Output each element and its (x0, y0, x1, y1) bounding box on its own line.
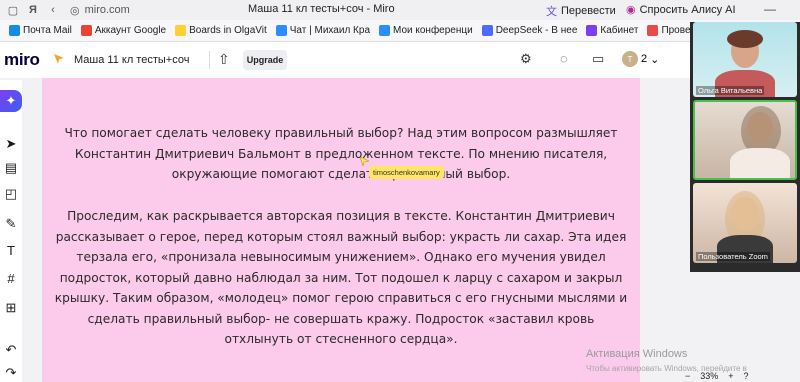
select-tool-icon[interactable]: ➤ (0, 136, 22, 152)
bookmark-item[interactable]: Кабинет (586, 25, 638, 36)
chevron-down-icon: ⌄ (650, 53, 660, 66)
export-icon[interactable]: ⇧ (218, 51, 230, 68)
undo-icon[interactable]: ↶ (0, 342, 22, 358)
translate-button[interactable]: 文 Перевести (546, 3, 616, 19)
windows-activation-title: Активация Windows (586, 348, 688, 360)
alice-button[interactable]: ◉ Спросить Алису AI (626, 3, 736, 17)
bookmarks-bar: Почта Mail Аккаунт Google Boards in OlgaVi… (0, 20, 800, 42)
page-title: Маша 11 кл тесты+соч - Miro (248, 3, 395, 15)
alice-label: Спросить Алису AI (639, 3, 736, 16)
text-tool-icon[interactable]: T (0, 243, 22, 258)
bookmark-item[interactable]: DeepSeek - В нее (481, 25, 578, 36)
participant-hair (727, 30, 763, 48)
participant-video-1[interactable]: Ольга Витальевна (693, 22, 797, 97)
miro-logo[interactable]: miro (4, 50, 40, 70)
window-minimize-icon[interactable]: — (764, 2, 776, 16)
chat-icon[interactable]: ◌ (560, 51, 568, 66)
bookmark-label: Почта Mail (23, 25, 72, 36)
bookmark-favicon-icon (647, 25, 659, 36)
frame-icon[interactable]: # (0, 271, 22, 286)
site-info-icon[interactable]: ◎ (70, 4, 80, 17)
bookmark-favicon-icon (586, 25, 598, 36)
back-icon[interactable]: ‹ (46, 3, 60, 17)
add-icon[interactable]: ⊞ (0, 300, 22, 316)
collaborator-cursor-label: timoschenkovamary (369, 166, 444, 179)
upgrade-button[interactable]: Upgrade (243, 50, 287, 70)
bookmark-item[interactable]: Почта Mail (9, 25, 72, 36)
board-flag-icon (54, 54, 64, 64)
bookmark-item[interactable]: Мои конференци (379, 25, 473, 36)
yandex-icon[interactable]: Я (26, 3, 40, 17)
paragraph-2: Проследим, как раскрывается авторская по… (54, 209, 628, 346)
participant-video-3[interactable]: Пользователь Zoom (693, 183, 797, 263)
participant-body (730, 148, 790, 178)
alice-icon: ◉ (626, 4, 636, 16)
collaborator-cursor-icon (360, 157, 369, 166)
bookmark-item[interactable]: Boards in OlgaVit (175, 25, 267, 36)
reactions-icon[interactable]: ⚙ (520, 51, 532, 67)
zoom-controls: − 33% + ? (685, 370, 800, 382)
bookmark-label: Аккаунт Google (94, 25, 167, 36)
bookmark-label: DeepSeek - В нее (495, 25, 578, 36)
bookmark-favicon-icon (481, 25, 493, 36)
zoom-in-button[interactable]: + (728, 371, 733, 381)
bookmark-favicon-icon (275, 25, 287, 36)
browser-top-bar: ▢ Я ‹ ◎ miro.com Маша 11 кл тесты+соч - … (0, 0, 800, 20)
left-toolbar: ➤ ▤ ◰ ✎ T # ⊞ ↶ ↷ (0, 80, 22, 382)
redo-icon[interactable]: ↷ (0, 365, 22, 381)
translate-label: Перевести (561, 5, 616, 17)
zoom-out-button[interactable]: − (685, 371, 690, 381)
bookmark-favicon-icon (175, 25, 187, 36)
zoom-level[interactable]: 33% (700, 371, 718, 381)
paragraph-1: Что помогает сделать человеку правильный… (64, 126, 618, 181)
ai-assistant-icon[interactable]: ✦ (0, 90, 22, 112)
sticky-note-icon[interactable]: ◰ (0, 186, 22, 202)
bookmark-label: Чат | Михаил Кра (289, 25, 371, 36)
miro-toolbar: miro Маша 11 кл тесты+соч ⇧ Upgrade ⚙ ◌ … (0, 42, 690, 78)
bookmark-item[interactable]: Аккаунт Google (80, 25, 167, 36)
bookmark-label: Кабинет (600, 25, 639, 36)
avatar: T (622, 51, 638, 67)
bookmark-favicon-icon (80, 25, 92, 36)
address-bar[interactable]: ◎ miro.com (70, 2, 165, 18)
help-icon[interactable]: ? (744, 371, 749, 381)
divider (209, 51, 210, 69)
bookmark-label: Boards in OlgaVit (189, 25, 267, 36)
bookmark-item[interactable]: Чат | Михаил Кра (275, 25, 371, 36)
participant-video-2[interactable] (693, 100, 797, 180)
url-text: miro.com (84, 4, 130, 16)
bookmark-favicon-icon (379, 25, 391, 36)
bookmark-favicon-icon (9, 25, 20, 36)
board-name[interactable]: Маша 11 кл тесты+соч (74, 54, 189, 66)
templates-icon[interactable]: ▤ (0, 160, 22, 176)
pen-icon[interactable]: ✎ (0, 216, 22, 232)
user-count: 2 (641, 53, 648, 65)
bookmark-icon[interactable]: ▢ (6, 3, 20, 17)
video-panel: Ольга Витальевна Пользователь Zoom (690, 22, 800, 272)
participant-name-3: Пользователь Zoom (696, 252, 770, 261)
collaborators[interactable]: T 2 ⌄ (622, 51, 659, 67)
bookmark-label: Мои конференци (393, 25, 473, 36)
video-call-icon[interactable]: ▭ (592, 51, 604, 67)
translate-icon: 文 (546, 6, 557, 18)
participant-name-1: Ольга Витальевна (696, 86, 765, 95)
